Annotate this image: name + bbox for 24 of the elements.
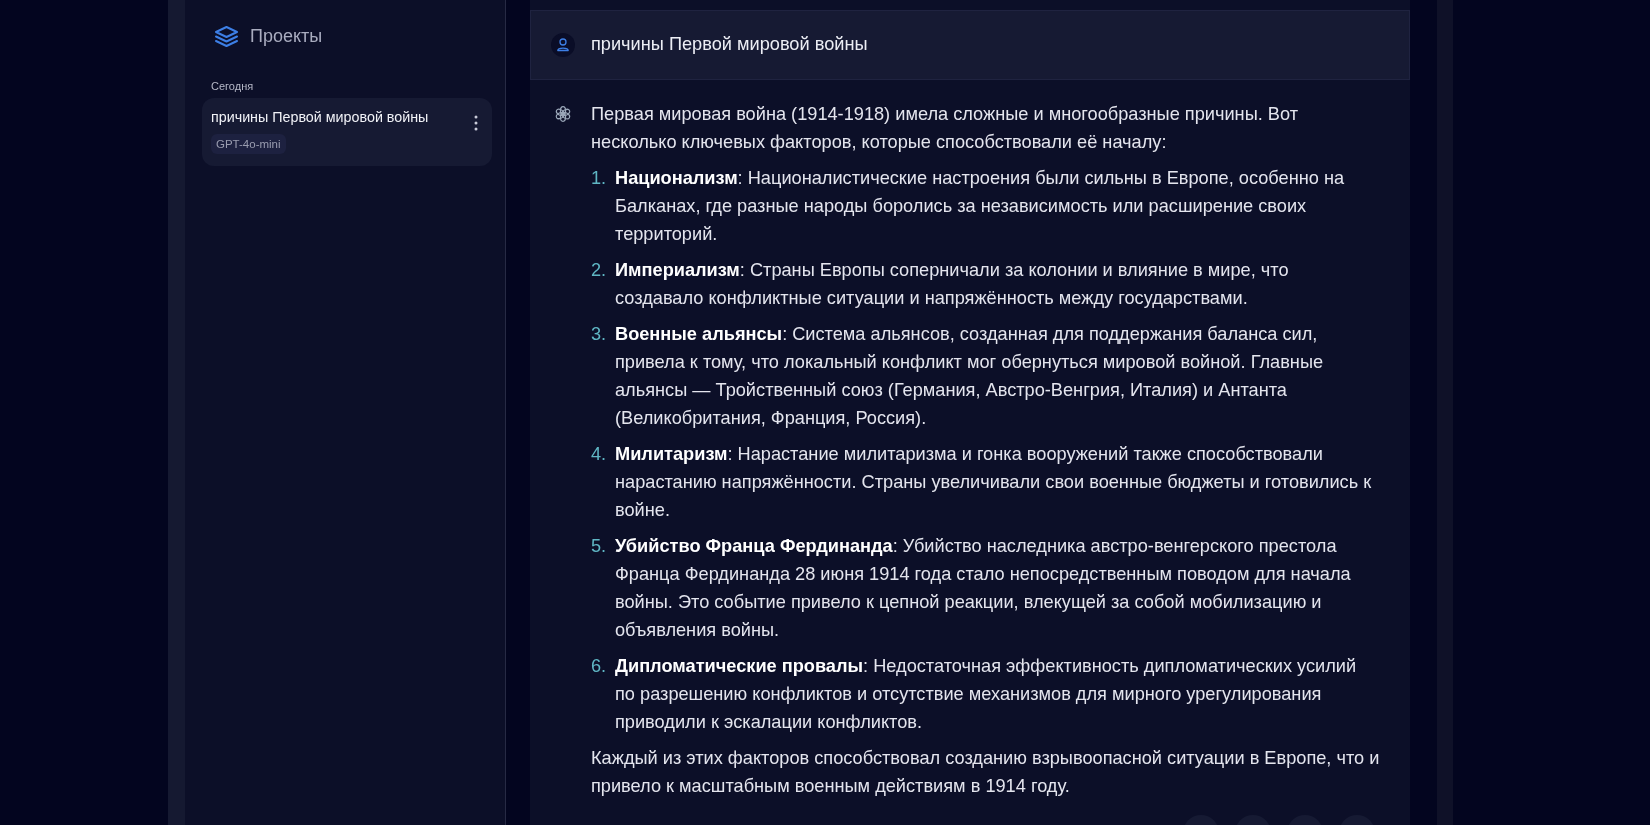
sidebar-title: Проекты — [250, 24, 323, 48]
layers-icon — [215, 25, 238, 47]
list-number: 1. — [591, 167, 608, 190]
list-item-text: Убийство Франца Фердинанда: Убийство наследника австро-венгерского престола Франца Фердинанда 28 июня 1914 года стало непосредственным поводом для начала войны. Это событие привело к цепной реакции, влекущей за собой мобилизацию и объявления войны. — [615, 535, 1352, 642]
user-message: причины Первой мировой войны — [591, 33, 868, 57]
chat-title: причины Первой мировой войны — [211, 108, 429, 127]
assistant-paragraph: Первая мировая война (1914-1918) имела сложные и многообразные причины. Вот несколько ключевых факторов, которые способствовали её началу: — [591, 103, 1300, 154]
list-item-text: Национализм: Националистические настроения были сильны в Европе, особенно на Балканах, где разные народы боролись за независимость или расширение своих территорий. — [615, 167, 1346, 246]
list-item-text: Военные альянсы: Система альянсов, созданная для поддержания баланса сил, привела к тому, что локальный конфликт мог обернуться мировой войной. Главные альянсы — Тройственный союз (Германия, Австро-Венгрия, Италия) и Антанта (Великобритания, Франция, Россия). — [615, 323, 1325, 430]
list-item-text: Империализм: Страны Европы соперничали за колонии и влияние в мире, что создавало конфликтные ситуации и напряжённость между государствами. — [615, 259, 1290, 310]
list-number: 2. — [591, 259, 608, 282]
model-tag: GPT-4o-mini — [211, 134, 286, 154]
assistant-paragraph: Каждый из этих факторов способствовал созданию взрывоопасной ситуации в Европе, что и привело к масштабным военным действиям в 1914 году. — [591, 747, 1380, 798]
section-label: Сегодня — [210, 79, 255, 94]
list-item-text: Милитаризм: Нарастание милитаризма и гонка вооружений также способствовали нарастанию напряжённости. Страны увеличивали свои военные бюджеты и готовились к войне. — [615, 443, 1373, 522]
list-number: 3. — [591, 323, 608, 346]
list-number: 4. — [591, 443, 608, 466]
assistant-knot-icon — [554, 105, 572, 123]
chat-list-item[interactable]: причины Первой мировой войны GPT-4o-mini — [202, 98, 492, 166]
more-options-icon[interactable] — [474, 115, 478, 131]
list-number: 5. — [591, 535, 608, 558]
list-item-text: Дипломатические провалы: Недостаточная эффективность дипломатических усилий по разрешению конфликтов и отсутствие механизмов для мирного урегулирования приводили к эскалации конфликтов. — [615, 655, 1358, 734]
list-number: 6. — [591, 655, 608, 678]
user-icon — [551, 33, 575, 57]
